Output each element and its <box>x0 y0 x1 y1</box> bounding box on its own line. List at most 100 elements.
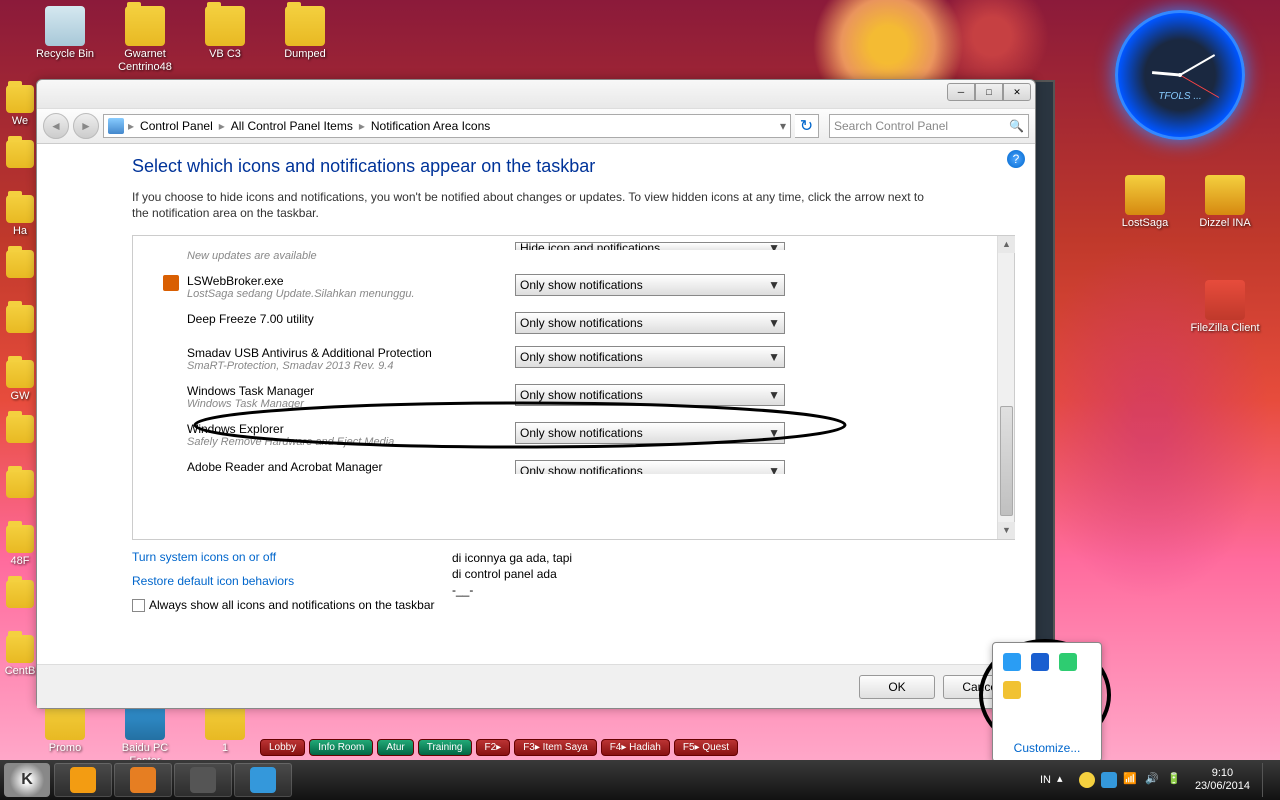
app-icon <box>163 275 179 291</box>
taskbar-app[interactable] <box>234 763 292 797</box>
minimize-button[interactable]: ─ <box>947 83 975 101</box>
desktop-icon-partial[interactable]: GW <box>0 360 40 403</box>
icon-label: Gwarnet Centrino48 <box>110 48 180 74</box>
desktop-icon-partial[interactable] <box>0 415 40 445</box>
desktop-icon-vb-c3[interactable]: VB C3 <box>190 6 260 61</box>
desktop-icon-partial[interactable] <box>0 250 40 280</box>
tray-popup-icon[interactable] <box>1003 681 1021 699</box>
behavior-select[interactable]: Only show notifications▼ <box>515 312 785 334</box>
game-toolbar-button[interactable]: F5▸ Quest <box>674 739 738 756</box>
desktop-icon-partial[interactable]: Ha <box>0 195 40 238</box>
volume-icon[interactable]: 🔊 <box>1145 772 1161 788</box>
behavior-select[interactable]: Only show notifications ▼ <box>515 422 785 444</box>
behavior-select[interactable]: Hide icon and notifications▼ <box>515 242 785 250</box>
tray-icon[interactable] <box>1101 772 1117 788</box>
taskbar-clock[interactable]: 9:10 23/06/2014 <box>1189 767 1256 793</box>
desktop-icon-baidu-pc-faster[interactable]: Baidu PC Faster <box>110 700 180 768</box>
game-toolbar-button[interactable]: F4▸ Hadiah <box>601 739 670 756</box>
battery-icon[interactable]: 🔋 <box>1167 772 1183 788</box>
desktop-icon-dizzel-ina[interactable]: Dizzel INA <box>1190 175 1260 230</box>
scrollbar[interactable]: ▲ ▼ <box>997 236 1014 539</box>
folder-icon <box>6 635 34 663</box>
help-icon[interactable]: ? <box>1007 150 1025 168</box>
scroll-down-icon[interactable]: ▼ <box>998 522 1015 539</box>
breadcrumb-dropdown-icon[interactable]: ▾ <box>780 119 786 133</box>
notification-row: Windows Task ManagerWindows Task Manager… <box>163 380 994 418</box>
app-name: Deep Freeze 7.00 utility <box>187 312 507 326</box>
forward-button[interactable]: ► <box>73 113 99 139</box>
behavior-select[interactable]: Only show notifications▼ <box>515 384 785 406</box>
game-toolbar-button[interactable]: Lobby <box>260 739 305 756</box>
taskbar-app[interactable] <box>54 763 112 797</box>
desktop-icon-dumped[interactable]: Dumped <box>270 6 340 61</box>
icon-label: GW <box>0 390 40 403</box>
taskbar-app[interactable] <box>114 763 172 797</box>
window-titlebar[interactable]: ─ □ ✕ <box>37 80 1035 108</box>
tray-popup-icon[interactable] <box>1031 653 1049 671</box>
chevron-down-icon: ▼ <box>768 464 780 474</box>
select-value: Hide icon and notifications <box>520 241 660 250</box>
scroll-up-icon[interactable]: ▲ <box>998 236 1015 253</box>
tray-icon[interactable] <box>1079 772 1095 788</box>
select-value: Only show notifications <box>520 426 643 440</box>
desktop-icon-partial[interactable] <box>0 140 40 170</box>
behavior-select[interactable]: Only show notifications▼ <box>515 346 785 368</box>
behavior-select[interactable]: Only show notifications▼ <box>515 274 785 296</box>
icon-label: FileZilla Client <box>1190 322 1260 335</box>
desktop-icon-gwarnet-centrino48[interactable]: Gwarnet Centrino48 <box>110 6 180 74</box>
desktop-icon-partial[interactable]: 48F <box>0 525 40 568</box>
chevron-down-icon: ▼ <box>768 426 780 440</box>
app-detail: Safely Remove Hardware and Eject Media <box>187 436 507 448</box>
folder-icon <box>6 470 34 498</box>
app-icon <box>1205 280 1245 320</box>
app-icon <box>70 767 96 793</box>
breadcrumb-item[interactable]: All Control Panel Items <box>225 119 359 133</box>
desktop-icon-partial[interactable] <box>0 470 40 500</box>
network-icon[interactable]: 📶 <box>1123 772 1139 788</box>
refresh-button[interactable]: ↻ <box>795 114 819 138</box>
customize-link[interactable]: Customize... <box>993 741 1101 755</box>
game-toolbar-button[interactable]: F2▸ <box>476 739 511 756</box>
show-desktop-button[interactable] <box>1262 763 1270 797</box>
desktop-icon-partial[interactable]: We <box>0 85 40 128</box>
search-input[interactable]: Search Control Panel 🔍 <box>829 114 1029 138</box>
ok-button[interactable]: OK <box>859 675 935 699</box>
start-button[interactable]: K <box>4 763 50 797</box>
tray-popup-icon[interactable] <box>1003 653 1021 671</box>
behavior-select[interactable]: Only show notifications▼ <box>515 460 785 474</box>
desktop-icon-partial[interactable] <box>0 305 40 335</box>
maximize-button[interactable]: □ <box>975 83 1003 101</box>
desktop-icon-filezilla-client[interactable]: FileZilla Client <box>1190 280 1260 335</box>
icon-label: CentB <box>0 665 40 678</box>
always-show-checkbox[interactable] <box>132 599 145 612</box>
tray-show-hidden-icon[interactable]: ▴ <box>1057 772 1073 788</box>
desktop-icon-partial[interactable] <box>0 580 40 610</box>
back-button[interactable]: ◄ <box>43 113 69 139</box>
user-annotation-text: di iconnya ga ada, tapidi control panel … <box>452 550 572 598</box>
always-show-label: Always show all icons and notifications … <box>149 598 435 612</box>
game-toolbar-button[interactable]: Atur <box>377 739 413 756</box>
game-toolbar-button[interactable]: Training <box>418 739 472 756</box>
tray-popup-icon[interactable] <box>1059 653 1077 671</box>
breadcrumb-item[interactable]: Control Panel <box>134 119 219 133</box>
close-button[interactable]: ✕ <box>1003 83 1031 101</box>
breadcrumb[interactable]: ▸ Control Panel ▸ All Control Panel Item… <box>103 114 791 138</box>
game-toolbar-button[interactable]: Info Room <box>309 739 373 756</box>
folder-icon <box>6 415 34 443</box>
app-name: Windows Explorer <box>187 422 507 436</box>
language-indicator[interactable]: IN <box>1040 774 1051 786</box>
icon-label: We <box>0 115 40 128</box>
clock-gadget[interactable]: TFOLS ... <box>1115 10 1245 140</box>
desktop-icon-lostsaga[interactable]: LostSaga <box>1110 175 1180 230</box>
taskbar-time: 9:10 <box>1195 767 1250 780</box>
desktop-icon-recycle-bin[interactable]: Recycle Bin <box>30 6 100 61</box>
select-value: Only show notifications <box>520 278 643 292</box>
control-panel-window: ─ □ ✕ ◄ ► ▸ Control Panel ▸ All Control … <box>36 79 1036 709</box>
turn-system-icons-link[interactable]: Turn system icons on or off <box>132 550 1015 564</box>
breadcrumb-item[interactable]: Notification Area Icons <box>365 119 496 133</box>
game-toolbar-button[interactable]: F3▸ Item Saya <box>514 739 597 756</box>
desktop-icon-partial[interactable]: CentB <box>0 635 40 678</box>
taskbar-app[interactable] <box>174 763 232 797</box>
scroll-thumb[interactable] <box>1000 406 1013 516</box>
restore-defaults-link[interactable]: Restore default icon behaviors <box>132 574 1015 588</box>
